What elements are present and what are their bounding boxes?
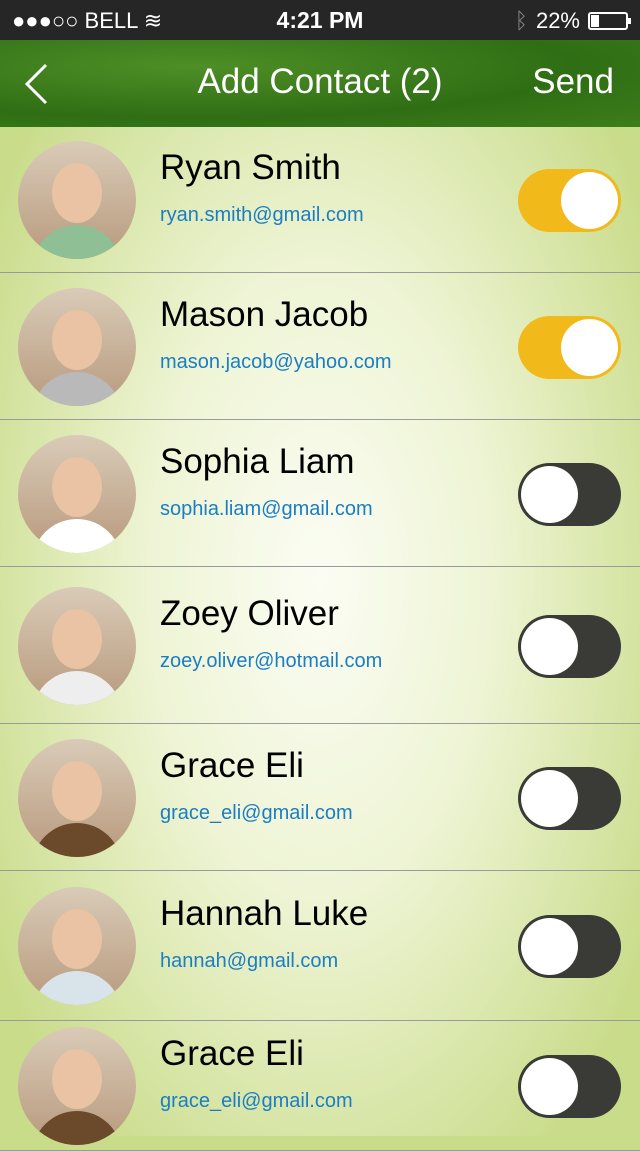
select-toggle[interactable] bbox=[518, 169, 621, 232]
toggle-knob bbox=[521, 465, 578, 523]
avatar bbox=[18, 738, 136, 857]
toggle-knob bbox=[521, 918, 578, 975]
status-bar: ●●●○○ BELL ≋ 4:21 PM ᛒ 22% bbox=[0, 0, 640, 40]
contact-list: Ryan Smith ryan.smith@gmail.com Mason Ja… bbox=[0, 127, 640, 1151]
contact-email: hannah@gmail.com bbox=[160, 950, 339, 972]
toggle-knob bbox=[521, 769, 578, 827]
wifi-icon: ≋ bbox=[143, 8, 163, 33]
contact-name: Zoey Oliver bbox=[160, 593, 339, 633]
contact-name: Grace Eli bbox=[160, 745, 304, 785]
nav-bar: Add Contact (2) Send bbox=[0, 40, 640, 127]
bluetooth-icon: ᛒ bbox=[514, 8, 528, 33]
contact-row[interactable]: Sophia Liam sophia.liam@gmail.com bbox=[0, 420, 640, 567]
toggle-knob bbox=[561, 172, 618, 229]
select-toggle[interactable] bbox=[518, 614, 621, 678]
contact-name: Ryan Smith bbox=[160, 148, 341, 187]
select-toggle[interactable] bbox=[518, 315, 621, 379]
contact-email: grace_eli@gmail.com bbox=[160, 1090, 353, 1112]
contact-name: Hannah Luke bbox=[160, 894, 369, 933]
contact-email: mason.jacob@yahoo.com bbox=[160, 350, 392, 373]
avatar bbox=[18, 887, 136, 1005]
contact-row[interactable]: Ryan Smith ryan.smith@gmail.com bbox=[0, 127, 640, 273]
select-toggle[interactable] bbox=[518, 915, 621, 978]
battery-icon bbox=[588, 12, 631, 30]
avatar bbox=[18, 141, 136, 259]
contact-email: grace_eli@gmail.com bbox=[160, 801, 353, 824]
select-toggle[interactable] bbox=[518, 766, 621, 830]
contact-row[interactable]: Grace Eli grace_eli@gmail.com bbox=[0, 724, 640, 871]
select-toggle[interactable] bbox=[518, 1055, 621, 1118]
avatar bbox=[18, 586, 136, 705]
send-button[interactable]: Send bbox=[532, 62, 614, 102]
toggle-knob bbox=[561, 318, 618, 376]
contact-name: Sophia Liam bbox=[160, 441, 355, 481]
contact-row[interactable]: Mason Jacob mason.jacob@yahoo.com bbox=[0, 273, 640, 420]
contact-row[interactable]: Grace Eli grace_eli@gmail.com bbox=[0, 1021, 640, 1151]
avatar bbox=[18, 434, 136, 553]
select-toggle[interactable] bbox=[518, 462, 621, 526]
contact-email: zoey.oliver@hotmail.com bbox=[160, 649, 383, 672]
contact-name: Grace Eli bbox=[160, 1034, 304, 1073]
contact-email: ryan.smith@gmail.com bbox=[160, 204, 364, 226]
back-chevron-icon[interactable] bbox=[22, 62, 52, 106]
avatar bbox=[18, 1027, 136, 1145]
battery-percent: 22% bbox=[535, 8, 580, 33]
avatar bbox=[18, 287, 136, 406]
toggle-knob bbox=[521, 617, 578, 675]
contact-row[interactable]: Hannah Luke hannah@gmail.com bbox=[0, 871, 640, 1021]
carrier-signal: ●●●○○ BELL ≋ bbox=[12, 8, 163, 33]
contact-row[interactable]: Zoey Oliver zoey.oliver@hotmail.com bbox=[0, 567, 640, 724]
contact-name: Mason Jacob bbox=[160, 294, 369, 334]
toggle-knob bbox=[521, 1058, 578, 1115]
contact-email: sophia.liam@gmail.com bbox=[160, 497, 373, 520]
